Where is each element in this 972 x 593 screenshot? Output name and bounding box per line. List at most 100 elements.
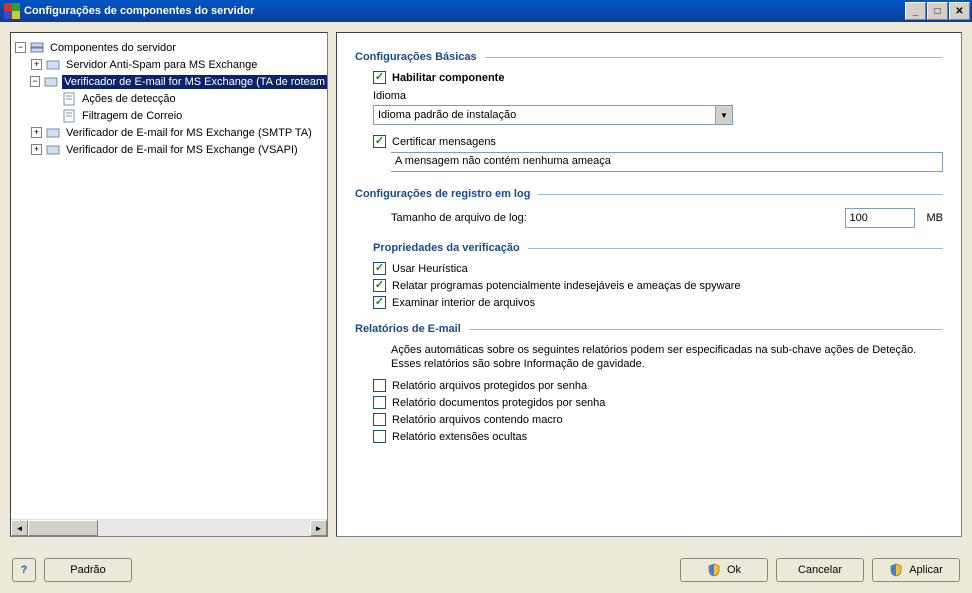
report4-label: Relatório extensões ocultas bbox=[392, 431, 527, 443]
ok-button-label: Ok bbox=[727, 564, 741, 576]
blank-icon bbox=[47, 110, 58, 121]
enable-label: Habilitar componente bbox=[392, 72, 504, 84]
scroll-track[interactable] bbox=[28, 520, 310, 536]
certify-row: Certificar mensagens bbox=[373, 135, 943, 148]
maximize-button[interactable]: □ bbox=[927, 2, 948, 20]
language-select[interactable]: Idioma padrão de instalação ▼ bbox=[373, 105, 733, 125]
content-area: − Componentes do servidor + Servidor Ant… bbox=[0, 22, 972, 547]
app-icon bbox=[4, 3, 20, 19]
report3-checkbox[interactable] bbox=[373, 413, 386, 426]
report1-label: Relatório arquivos protegidos por senha bbox=[392, 380, 587, 392]
report3-row: Relatório arquivos contendo macro bbox=[373, 413, 943, 426]
help-icon: ? bbox=[21, 564, 28, 576]
heuristics-row: Usar Heurística bbox=[373, 262, 943, 275]
certify-text-input[interactable]: A mensagem não contém nenhuma ameaça bbox=[391, 152, 943, 172]
language-label: Idioma bbox=[373, 90, 943, 102]
report3-label: Relatório arquivos contendo macro bbox=[392, 414, 563, 426]
component-icon bbox=[45, 58, 61, 72]
reports-description: Ações automáticas sobre os seguintes rel… bbox=[391, 343, 943, 371]
collapse-icon[interactable]: − bbox=[30, 76, 40, 87]
tree-item-child[interactable]: Ações de detecção bbox=[15, 90, 327, 107]
pup-label: Relatar programas potencialmente indesej… bbox=[392, 280, 741, 292]
cancel-button[interactable]: Cancelar bbox=[776, 558, 864, 582]
expand-icon[interactable]: + bbox=[31, 144, 42, 155]
titlebar: Configurações de componentes do servidor… bbox=[0, 0, 972, 22]
help-button[interactable]: ? bbox=[12, 558, 36, 582]
component-icon bbox=[45, 126, 61, 140]
heuristics-label: Usar Heurística bbox=[392, 263, 468, 275]
tree-item-label: Verificador de E-mail for MS Exchange (V… bbox=[64, 143, 300, 157]
close-button[interactable]: ✕ bbox=[949, 2, 970, 20]
report2-label: Relatório documentos protegidos por senh… bbox=[392, 397, 605, 409]
language-value: Idioma padrão de instalação bbox=[374, 109, 715, 121]
tree-item-child[interactable]: Filtragem de Correio bbox=[15, 107, 327, 124]
section-reports-title: Relatórios de E-mail bbox=[355, 323, 943, 335]
archives-row: Examinar interior de arquivos bbox=[373, 296, 943, 309]
default-button[interactable]: Padrão bbox=[44, 558, 132, 582]
tree-item-label: Servidor Anti-Spam para MS Exchange bbox=[64, 58, 259, 72]
server-icon bbox=[29, 41, 45, 55]
expand-icon[interactable]: + bbox=[31, 59, 42, 70]
dropdown-icon[interactable]: ▼ bbox=[715, 106, 732, 124]
tree-item-label: Filtragem de Correio bbox=[80, 109, 184, 123]
tree-item[interactable]: + Verificador de E-mail for MS Exchange … bbox=[15, 124, 327, 141]
log-size-unit: MB bbox=[927, 212, 944, 224]
default-button-label: Padrão bbox=[70, 564, 105, 576]
log-size-label: Tamanho de arquivo de log: bbox=[391, 212, 527, 224]
report4-row: Relatório extensões ocultas bbox=[373, 430, 943, 443]
section-basic-title: Configurações Básicas bbox=[355, 51, 943, 63]
log-size-value: 100 bbox=[850, 212, 868, 224]
tree-item-label: Ações de detecção bbox=[80, 92, 178, 106]
tree-item[interactable]: + Verificador de E-mail for MS Exchange … bbox=[15, 141, 327, 158]
cancel-button-label: Cancelar bbox=[798, 564, 842, 576]
enable-row: Habilitar componente bbox=[373, 71, 943, 84]
tree-item[interactable]: + Servidor Anti-Spam para MS Exchange bbox=[15, 56, 327, 73]
blank-icon bbox=[47, 93, 58, 104]
window-title: Configurações de componentes do servidor bbox=[24, 5, 905, 17]
scroll-left-icon[interactable]: ◄ bbox=[11, 520, 28, 536]
collapse-icon[interactable]: − bbox=[15, 42, 26, 53]
ok-button[interactable]: Ok bbox=[680, 558, 768, 582]
window-controls: _ □ ✕ bbox=[905, 2, 970, 20]
certify-label: Certificar mensagens bbox=[392, 136, 496, 148]
scroll-right-icon[interactable]: ► bbox=[310, 520, 327, 536]
pup-row: Relatar programas potencialmente indesej… bbox=[373, 279, 943, 292]
apply-button-label: Aplicar bbox=[909, 564, 943, 576]
page-icon bbox=[61, 109, 77, 123]
report2-row: Relatório documentos protegidos por senh… bbox=[373, 396, 943, 409]
horizontal-scrollbar[interactable]: ◄ ► bbox=[11, 519, 327, 536]
shield-icon bbox=[707, 563, 721, 577]
enable-checkbox[interactable] bbox=[373, 71, 386, 84]
tree-item-selected[interactable]: − Verificador de E-mail for MS Exchange … bbox=[15, 73, 327, 90]
tree-panel: − Componentes do servidor + Servidor Ant… bbox=[10, 32, 328, 537]
settings-panel: Configurações Básicas Habilitar componen… bbox=[336, 32, 962, 537]
heuristics-checkbox[interactable] bbox=[373, 262, 386, 275]
tree-view[interactable]: − Componentes do servidor + Servidor Ant… bbox=[11, 33, 327, 519]
shield-icon bbox=[889, 563, 903, 577]
report1-checkbox[interactable] bbox=[373, 379, 386, 392]
archives-checkbox[interactable] bbox=[373, 296, 386, 309]
report4-checkbox[interactable] bbox=[373, 430, 386, 443]
certify-text-value: A mensagem não contém nenhuma ameaça bbox=[395, 155, 611, 167]
component-icon bbox=[45, 143, 61, 157]
tree-root-label: Componentes do servidor bbox=[48, 41, 178, 55]
section-logging-title: Configurações de registro em log bbox=[355, 188, 943, 200]
tree-root[interactable]: − Componentes do servidor bbox=[15, 39, 327, 56]
log-size-input[interactable]: 100 bbox=[845, 208, 915, 228]
footer: ? Padrão Ok Cancelar Aplicar bbox=[0, 547, 972, 593]
page-icon bbox=[61, 92, 77, 106]
tree-item-label: Verificador de E-mail for MS Exchange (S… bbox=[64, 126, 314, 140]
archives-label: Examinar interior de arquivos bbox=[392, 297, 535, 309]
scroll-thumb[interactable] bbox=[28, 520, 98, 536]
tree-item-label: Verificador de E-mail for MS Exchange (T… bbox=[62, 75, 327, 89]
pup-checkbox[interactable] bbox=[373, 279, 386, 292]
apply-button[interactable]: Aplicar bbox=[872, 558, 960, 582]
report2-checkbox[interactable] bbox=[373, 396, 386, 409]
component-icon bbox=[43, 75, 59, 89]
log-size-row: Tamanho de arquivo de log: 100 MB bbox=[391, 208, 943, 228]
report1-row: Relatório arquivos protegidos por senha bbox=[373, 379, 943, 392]
section-scan-title: Propriedades da verificação bbox=[373, 242, 943, 254]
expand-icon[interactable]: + bbox=[31, 127, 42, 138]
certify-checkbox[interactable] bbox=[373, 135, 386, 148]
minimize-button[interactable]: _ bbox=[905, 2, 926, 20]
